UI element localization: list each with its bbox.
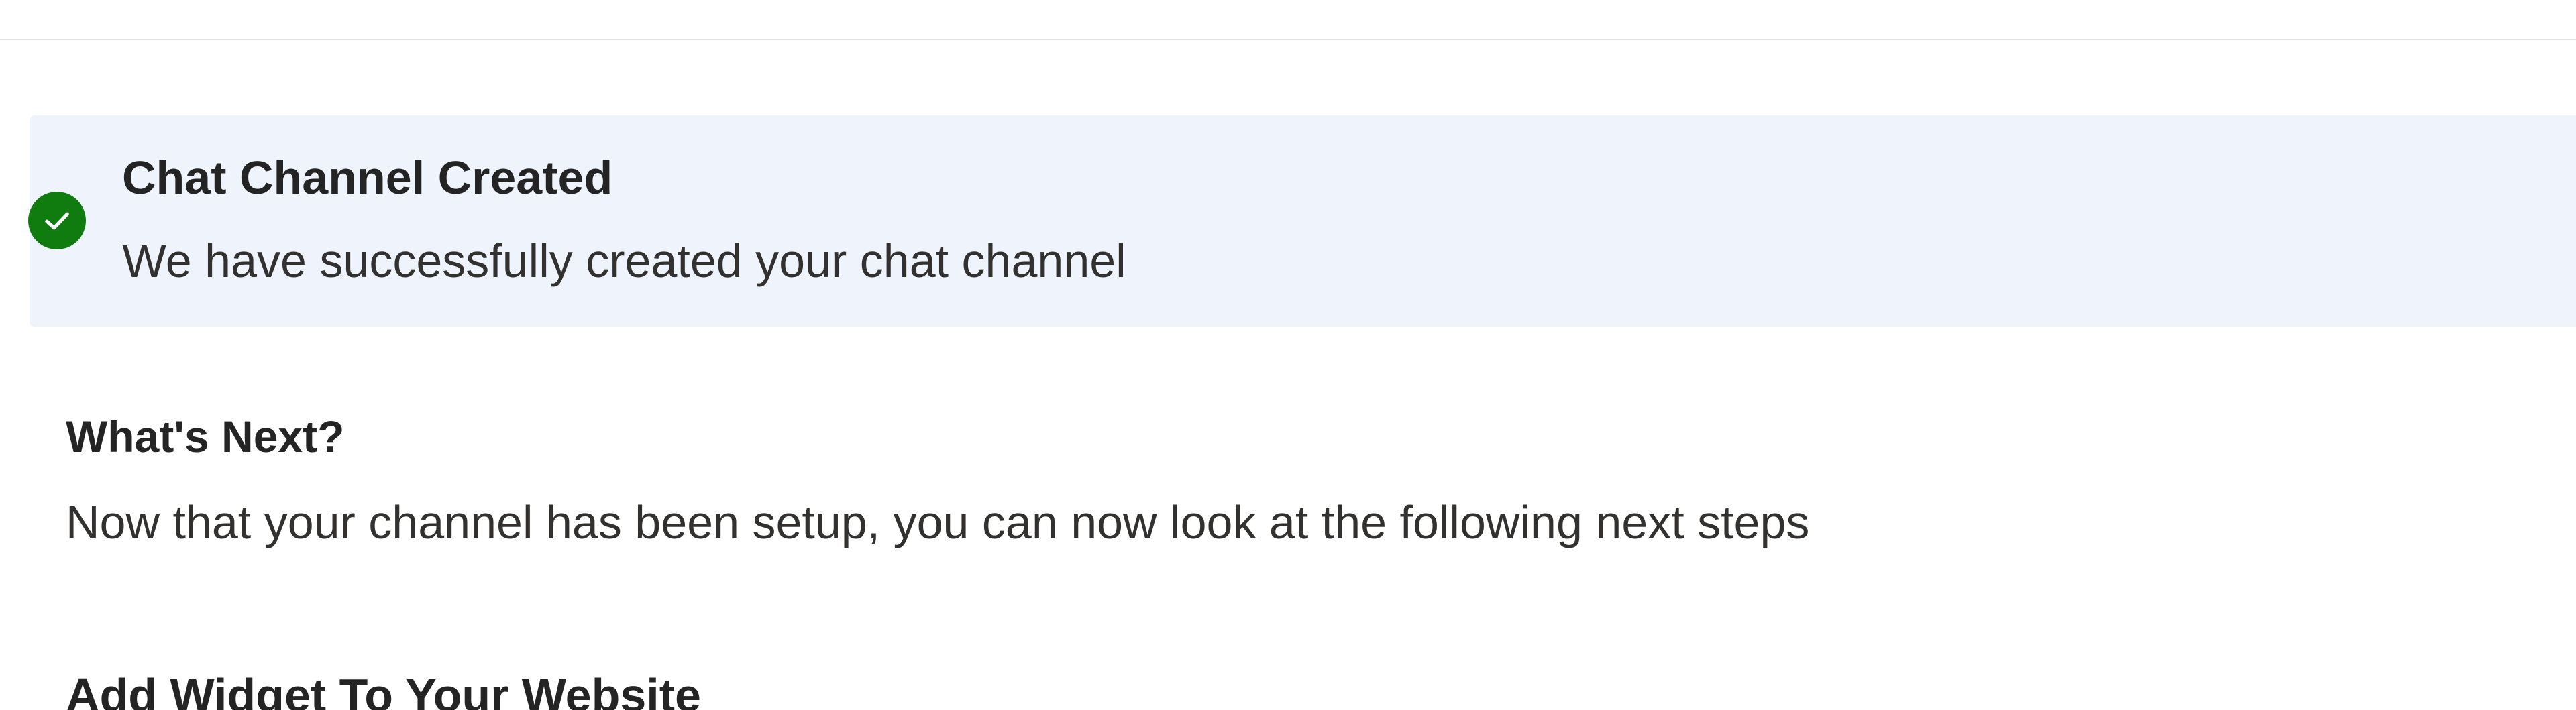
success-message-bar: Chat Channel Created We have successfull… [28,115,2576,327]
add-widget-heading: Add Widget To Your Website [66,669,701,710]
check-circle-icon [28,192,86,249]
next-steps-title: What's Next? [66,412,345,461]
next-steps-description: Now that your channel has been setup, yo… [66,496,1810,548]
page: Chat Channel Created We have successfull… [0,0,2576,710]
banner-title: Chat Channel Created [122,152,613,204]
banner-message: We have successfully created your chat c… [122,235,1126,287]
header-divider [0,0,2576,40]
